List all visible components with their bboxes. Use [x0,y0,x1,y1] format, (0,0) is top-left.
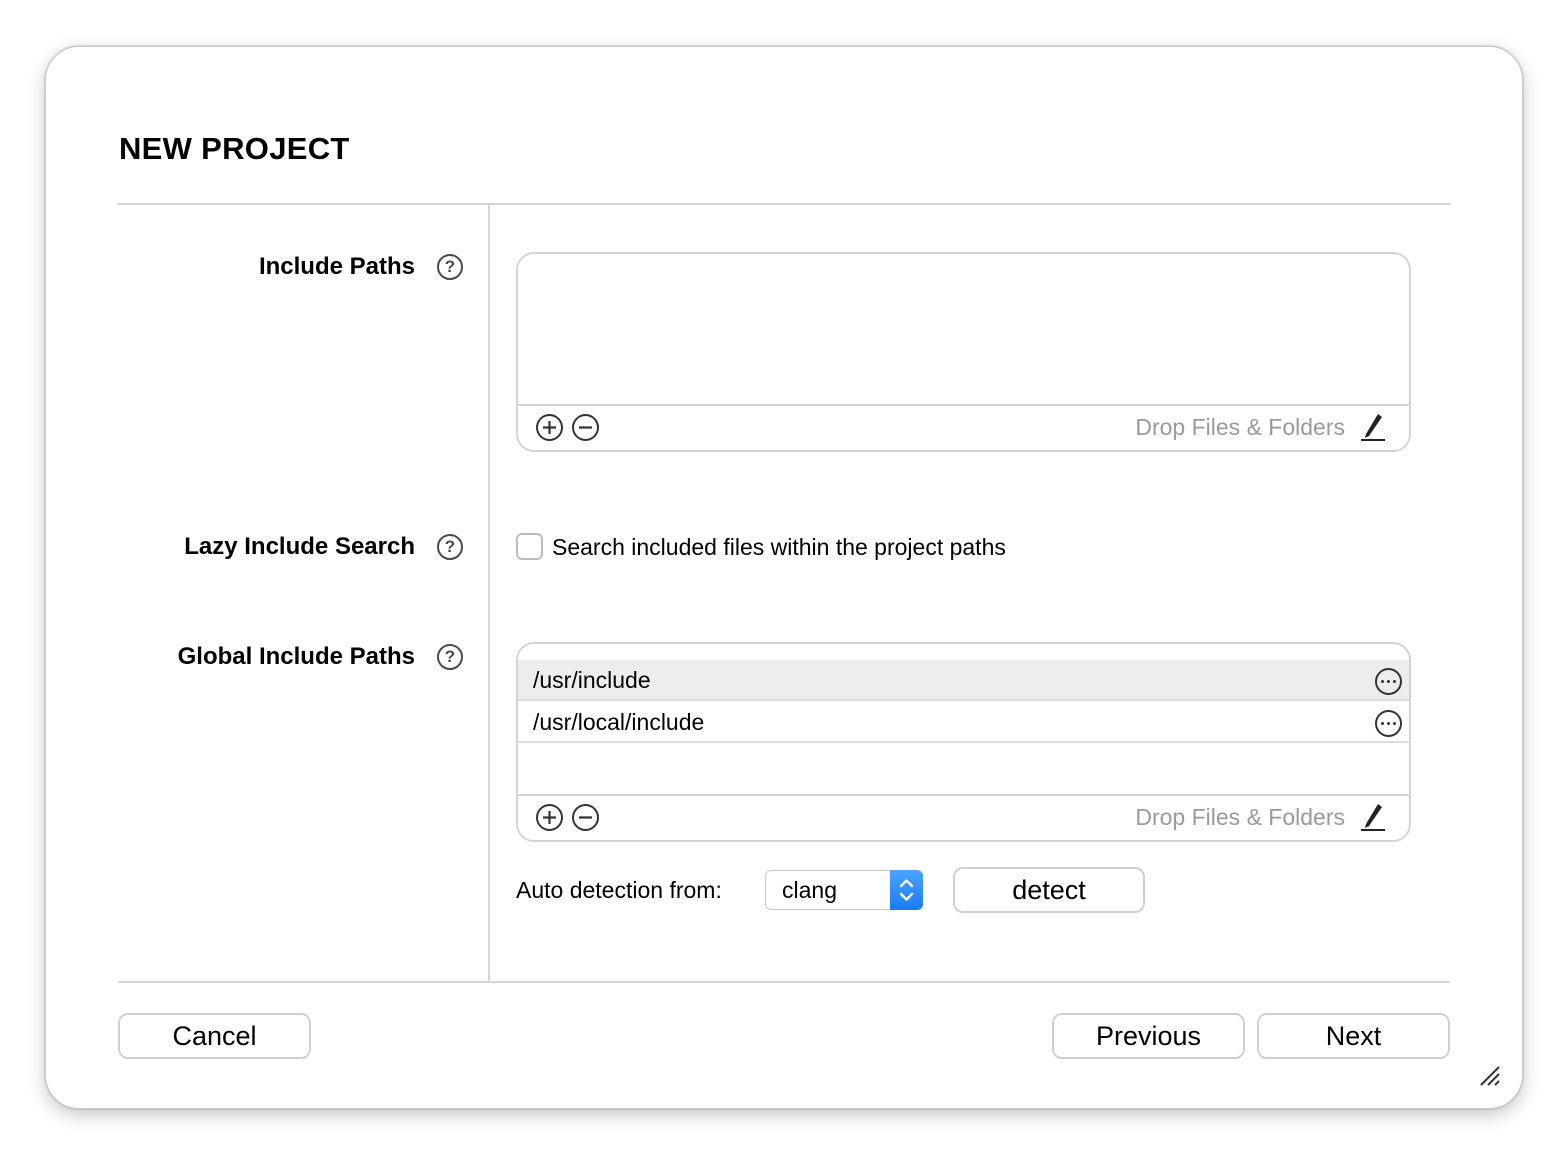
add-global-include-path-button[interactable] [536,804,563,831]
remove-include-path-button[interactable] [572,414,599,441]
include-paths-list[interactable]: Drop Files & Folders [516,252,1411,452]
top-divider [118,203,1450,205]
more-options-icon[interactable] [1375,668,1402,695]
lazy-include-search-checkbox-label[interactable]: Search included files within the project… [552,534,1006,561]
detect-button[interactable]: detect [953,867,1145,913]
global-include-paths-list[interactable]: /usr/include /usr/local/include Drop Fil… [516,642,1411,842]
global-include-paths-drop-hint: Drop Files & Folders [1135,804,1345,830]
auto-detection-label: Auto detection from: [516,877,722,903]
new-project-dialog [45,46,1523,1109]
include-paths-toolbar: Drop Files & Folders [518,404,1409,450]
include-paths-drop-hint: Drop Files & Folders [1135,414,1345,440]
auto-detection-select[interactable]: clang [765,870,923,910]
resize-handle-icon[interactable] [1477,1063,1501,1087]
path-text: /usr/include [533,667,651,693]
column-divider [488,205,490,983]
more-options-icon[interactable] [1375,710,1402,737]
previous-button[interactable]: Previous [1052,1013,1245,1059]
lazy-include-search-checkbox[interactable] [516,533,543,560]
global-include-paths-label: Global Include Paths [177,643,415,670]
pencil-icon[interactable] [1359,412,1387,442]
include-paths-label: Include Paths [258,253,415,280]
global-include-paths-help-icon[interactable]: ? [437,644,463,670]
lazy-include-search-help-icon[interactable]: ? [437,534,463,560]
add-include-path-button[interactable] [536,414,563,441]
chevron-up-down-icon[interactable] [890,870,923,910]
plus-icon [543,811,556,824]
plus-icon [543,421,556,434]
dialog-title: NEW PROJECT [119,131,350,166]
minus-icon [579,426,592,429]
minus-icon [579,816,592,819]
path-text: /usr/local/include [533,709,705,735]
lazy-include-search-label: Lazy Include Search [184,533,415,560]
next-button[interactable]: Next [1257,1013,1450,1059]
cancel-button[interactable]: Cancel [118,1013,311,1059]
list-item[interactable]: /usr/local/include [518,702,1409,743]
include-paths-help-icon[interactable]: ? [437,254,463,280]
global-include-paths-toolbar: Drop Files & Folders [518,794,1409,840]
bottom-divider [118,981,1450,983]
remove-global-include-path-button[interactable] [572,804,599,831]
list-item[interactable]: /usr/include [518,660,1409,701]
auto-detection-selected-value: clang [782,877,837,903]
pencil-icon[interactable] [1359,802,1387,832]
